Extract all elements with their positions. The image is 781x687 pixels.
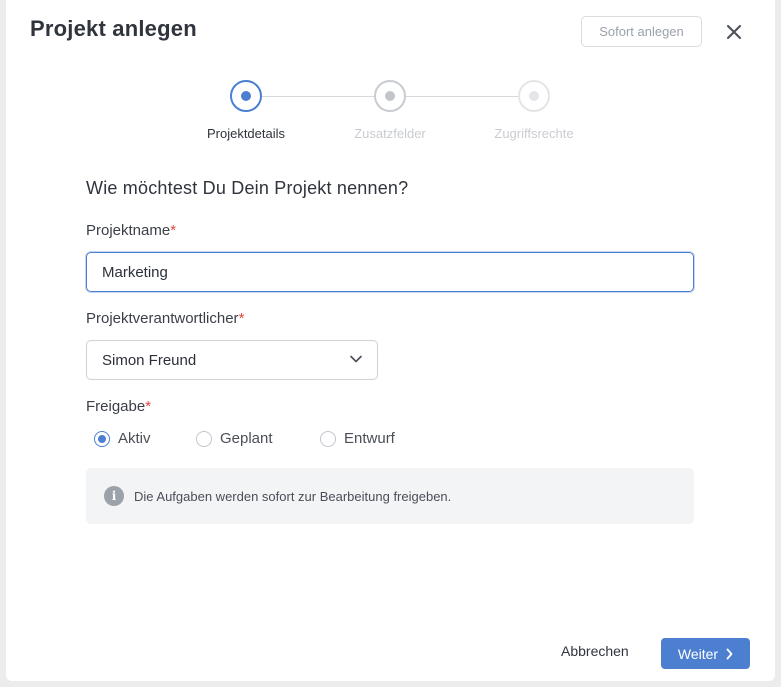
required-marker: * — [145, 398, 152, 415]
step-label-projektdetails: Projektdetails — [206, 126, 286, 141]
project-owner-value: Simon Freund — [102, 351, 197, 369]
stepper-connector — [406, 96, 518, 97]
radio-button[interactable] — [196, 430, 212, 447]
release-option-aktiv[interactable]: Aktiv — [94, 430, 151, 447]
release-label: Freigabe* — [86, 398, 152, 415]
create-project-dialog: Projekt anlegen Sofort anlegen Projektde… — [6, 0, 775, 681]
radio-label: Entwurf — [344, 430, 395, 447]
release-option-geplant[interactable]: Geplant — [196, 430, 273, 447]
info-box: i Die Aufgaben werden sofort zur Bearbei… — [86, 468, 694, 524]
step-indicator-zusatzfelder[interactable] — [374, 80, 406, 112]
dialog-title: Projekt anlegen — [30, 16, 197, 41]
close-icon-glyph — [727, 25, 741, 39]
step-indicator-zugriffsrechte[interactable] — [518, 80, 550, 112]
step-indicator-projektdetails[interactable] — [230, 80, 262, 112]
form-question: Wie möchtest Du Dein Projekt nennen? — [86, 178, 409, 198]
stepper-connector — [262, 96, 374, 97]
project-owner-label: Projektverantwortlicher* — [86, 310, 245, 327]
project-name-label: Projektname* — [86, 222, 177, 239]
info-text: Die Aufgaben werden sofort zur Bearbeitu… — [134, 488, 452, 504]
info-icon: i — [104, 486, 124, 506]
chevron-down-icon — [350, 355, 362, 363]
project-owner-select[interactable]: Simon Freund — [86, 340, 378, 380]
radio-label: Aktiv — [118, 430, 151, 447]
cancel-button[interactable]: Abbrechen — [561, 643, 629, 659]
create-instantly-button[interactable]: Sofort anlegen — [581, 16, 702, 47]
step-label-zusatzfelder: Zusatzfelder — [354, 126, 426, 141]
radio-button[interactable] — [94, 430, 110, 447]
next-button-label: Weiter — [677, 645, 719, 662]
project-name-input[interactable]: Marketing — [86, 252, 694, 292]
required-marker: * — [170, 222, 177, 239]
chevron-right-icon — [726, 648, 733, 659]
next-button[interactable]: Weiter — [661, 638, 750, 669]
close-icon[interactable] — [724, 22, 744, 42]
required-marker: * — [238, 310, 245, 327]
step-label-zugriffsrechte: Zugriffsrechte — [494, 126, 574, 141]
release-option-entwurf[interactable]: Entwurf — [320, 430, 395, 447]
radio-label: Geplant — [220, 430, 273, 447]
radio-button[interactable] — [320, 430, 336, 447]
